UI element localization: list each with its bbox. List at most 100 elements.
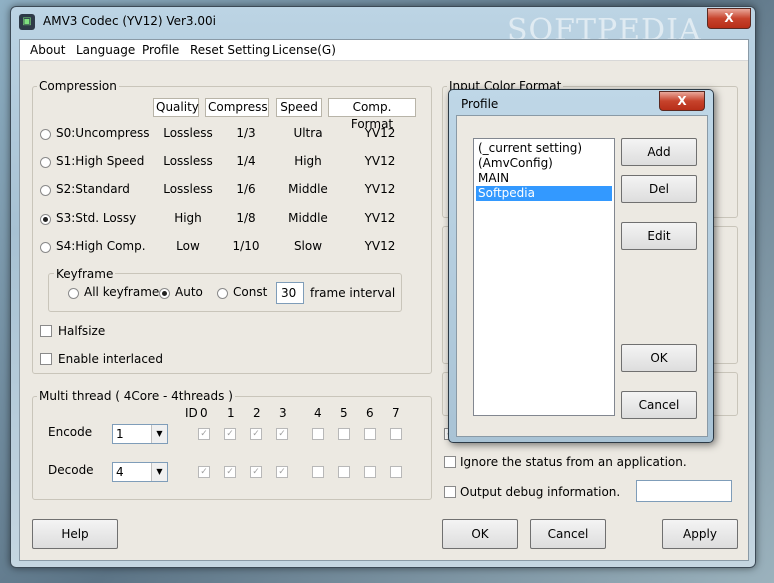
compression-row[interactable]: S3:Std. Lossy High 1/8 Middle YV12	[40, 211, 420, 229]
halfsize-checkbox[interactable]	[40, 325, 52, 337]
interlaced-checkbox[interactable]	[40, 353, 52, 365]
row-speed: Middle	[288, 182, 328, 196]
cancel-button[interactable]: Cancel	[530, 519, 606, 549]
title-bar[interactable]: ▣ AMV3 Codec (YV12) Ver3.00i SOFTPEDIA X	[11, 7, 755, 48]
radio-s0[interactable]	[40, 129, 51, 140]
compression-row[interactable]: S2:Standard Lossless 1/6 Middle YV12	[40, 182, 420, 200]
chevron-down-icon[interactable]: ▼	[151, 463, 167, 481]
menu-bar: About Language Profile Reset Setting Lic…	[20, 40, 748, 61]
decode-thread-6	[364, 466, 376, 478]
profile-edit-button[interactable]: Edit	[621, 222, 697, 250]
menu-language[interactable]: Language	[76, 43, 135, 57]
encode-thread-7	[390, 428, 402, 440]
const-label: Const	[233, 285, 268, 299]
menu-reset-setting[interactable]: Reset Setting	[190, 43, 270, 57]
encode-thread-6	[364, 428, 376, 440]
ignore-status-label: Ignore the status from an application.	[460, 455, 687, 469]
row-compress: 1/4	[236, 154, 256, 168]
profile-add-button[interactable]: Add	[621, 138, 697, 166]
encode-thread-4	[312, 428, 324, 440]
profile-list[interactable]: (_current setting) (AmvConfig) MAIN Soft…	[473, 138, 615, 416]
compression-title: Compression	[37, 79, 119, 93]
row-compress: 1/8	[236, 211, 256, 225]
row-format: YV12	[364, 154, 396, 168]
row-speed: High	[294, 154, 322, 168]
profile-dialog-title: Profile	[461, 97, 499, 111]
encode-combo[interactable]: 1 ▼	[112, 424, 168, 444]
encode-thread-1: ✓	[224, 428, 236, 440]
radio-all-keyframe[interactable]	[68, 288, 79, 299]
decode-thread-0: ✓	[198, 466, 210, 478]
radio-const[interactable]	[217, 288, 228, 299]
row-speed: Ultra	[293, 126, 323, 140]
row-label: S2:Standard	[56, 182, 130, 196]
row-compress: 1/6	[236, 182, 256, 196]
decode-thread-3: ✓	[276, 466, 288, 478]
decode-thread-1: ✓	[224, 466, 236, 478]
compression-row[interactable]: S0:Uncompress Lossless 1/3 Ultra YV12	[40, 126, 420, 144]
encode-thread-3: ✓	[276, 428, 288, 440]
apply-button[interactable]: Apply	[662, 519, 738, 549]
row-format: YV12	[364, 239, 396, 253]
decode-label: Decode	[48, 463, 94, 477]
decode-thread-2: ✓	[250, 466, 262, 478]
debug-output-field[interactable]	[636, 480, 732, 502]
row-label: S0:Uncompress	[56, 126, 150, 140]
menu-license[interactable]: License(G)	[272, 43, 336, 57]
profile-close-button[interactable]: X	[659, 91, 705, 111]
id-0: 0	[200, 406, 208, 420]
encode-label: Encode	[48, 425, 93, 439]
id-5: 5	[340, 406, 348, 420]
close-button[interactable]: X	[707, 8, 751, 29]
id-4: 4	[314, 406, 322, 420]
row-format: YV12	[364, 182, 396, 196]
interlaced-label: Enable interlaced	[58, 352, 163, 366]
radio-auto[interactable]	[159, 288, 170, 299]
row-label: S1:High Speed	[56, 154, 145, 168]
id-3: 3	[279, 406, 287, 420]
list-item[interactable]: (_current setting)	[476, 141, 612, 156]
frame-interval-label: frame interval	[310, 286, 396, 300]
radio-s1[interactable]	[40, 157, 51, 168]
radio-s4[interactable]	[40, 242, 51, 253]
radio-s2[interactable]	[40, 185, 51, 196]
halfsize-label: Halfsize	[58, 324, 106, 338]
profile-del-button[interactable]: Del	[621, 175, 697, 203]
decode-thread-4	[312, 466, 324, 478]
ignore-status-checkbox[interactable]	[444, 456, 456, 468]
output-debug-label: Output debug information.	[460, 485, 621, 499]
chevron-down-icon[interactable]: ▼	[151, 425, 167, 443]
encode-thread-0: ✓	[198, 428, 210, 440]
compression-row[interactable]: S1:High Speed Lossless 1/4 High YV12	[40, 154, 420, 172]
window-title: AMV3 Codec (YV12) Ver3.00i	[43, 14, 216, 28]
id-7: 7	[392, 406, 400, 420]
decode-thread-5	[338, 466, 350, 478]
header-compress: Compress	[205, 98, 269, 117]
multithread-title: Multi thread ( 4Core - 4threads )	[37, 389, 235, 403]
app-icon: ▣	[19, 14, 35, 30]
list-item[interactable]: MAIN	[476, 171, 612, 186]
encode-thread-5	[338, 428, 350, 440]
keyframe-title: Keyframe	[54, 267, 116, 281]
header-speed: Speed	[276, 98, 322, 117]
id-2: 2	[253, 406, 261, 420]
radio-s3[interactable]	[40, 214, 51, 225]
profile-ok-button[interactable]: OK	[621, 344, 697, 372]
header-quality: Quality	[153, 98, 199, 117]
help-button[interactable]: Help	[32, 519, 118, 549]
output-debug-checkbox[interactable]	[444, 486, 456, 498]
menu-profile[interactable]: Profile	[142, 43, 179, 57]
profile-cancel-button[interactable]: Cancel	[621, 391, 697, 419]
list-item[interactable]: (AmvConfig)	[476, 156, 612, 171]
decode-thread-7	[390, 466, 402, 478]
row-compress: 1/10	[232, 239, 260, 253]
all-keyframe-label: All keyframe	[84, 285, 160, 299]
keyframe-interval-input[interactable]: 30	[276, 282, 304, 304]
compression-row[interactable]: S4:High Comp. Low 1/10 Slow YV12	[40, 239, 420, 257]
list-item-selected[interactable]: Softpedia	[476, 186, 612, 201]
row-label: S3:Std. Lossy	[56, 211, 137, 225]
decode-combo[interactable]: 4 ▼	[112, 462, 168, 482]
profile-dialog-body: (_current setting) (AmvConfig) MAIN Soft…	[456, 115, 708, 437]
ok-button[interactable]: OK	[442, 519, 518, 549]
menu-about[interactable]: About	[30, 43, 65, 57]
